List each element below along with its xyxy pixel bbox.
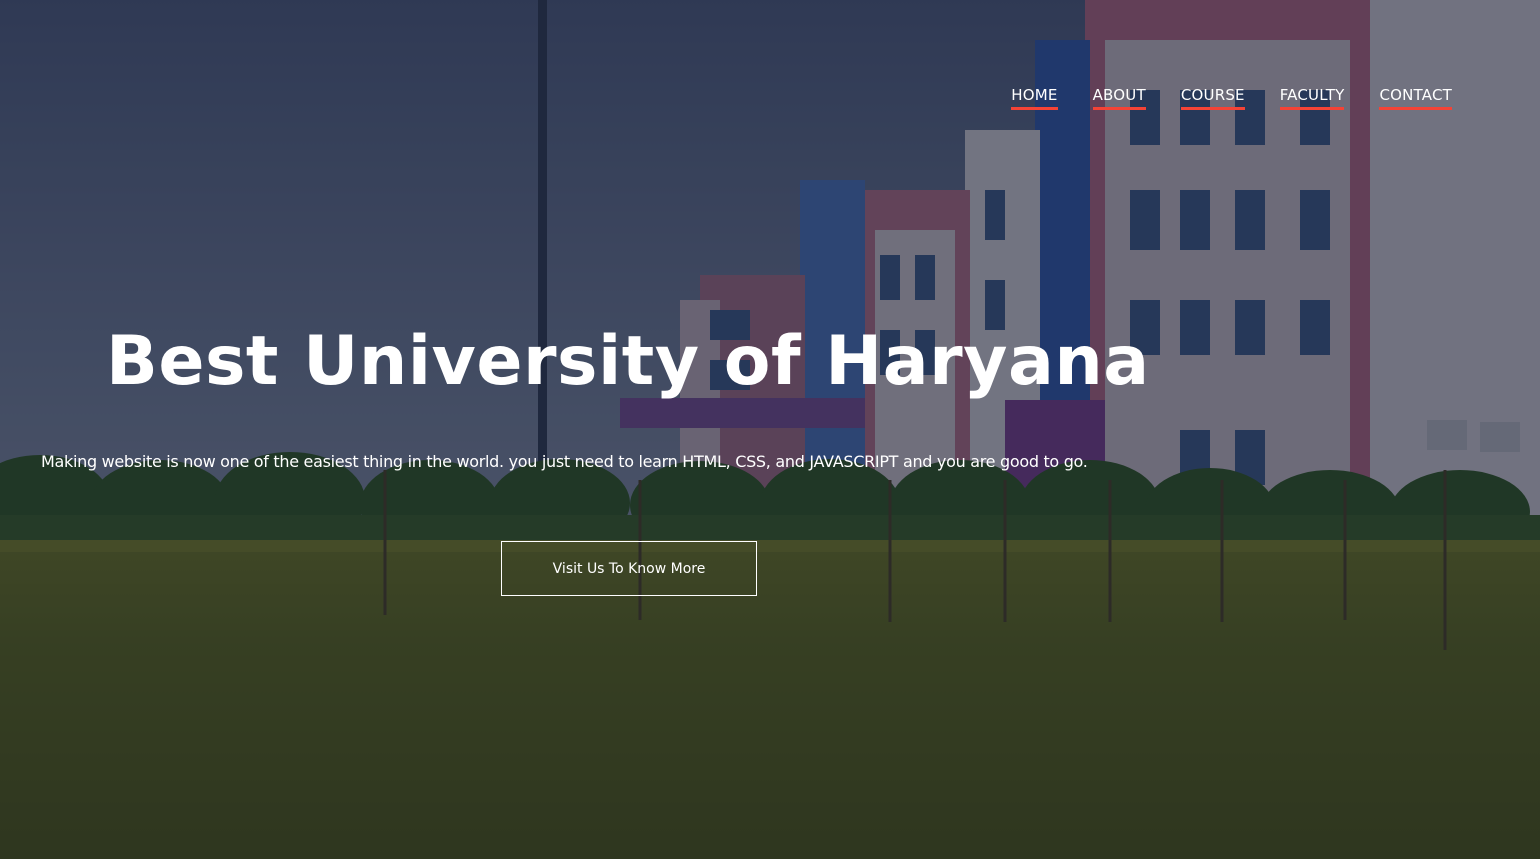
hero-section: HOME ABOUT COURSE FACULTY CONTACT Best U… xyxy=(0,0,1540,859)
nav-link-home[interactable]: HOME xyxy=(1011,86,1058,110)
nav-link-faculty[interactable]: FACULTY xyxy=(1279,86,1345,110)
main-nav: HOME ABOUT COURSE FACULTY CONTACT xyxy=(1011,86,1452,110)
nav-link-course[interactable]: COURSE xyxy=(1180,86,1245,110)
hero-title: Best University of Haryana xyxy=(106,322,1150,401)
nav-link-contact[interactable]: CONTACT xyxy=(1379,86,1452,110)
campus-background-image xyxy=(0,0,1540,859)
hero-subtitle: Making website is now one of the easiest… xyxy=(41,452,1088,471)
nav-link-about[interactable]: ABOUT xyxy=(1092,86,1147,110)
visit-us-button[interactable]: Visit Us To Know More xyxy=(501,541,757,596)
